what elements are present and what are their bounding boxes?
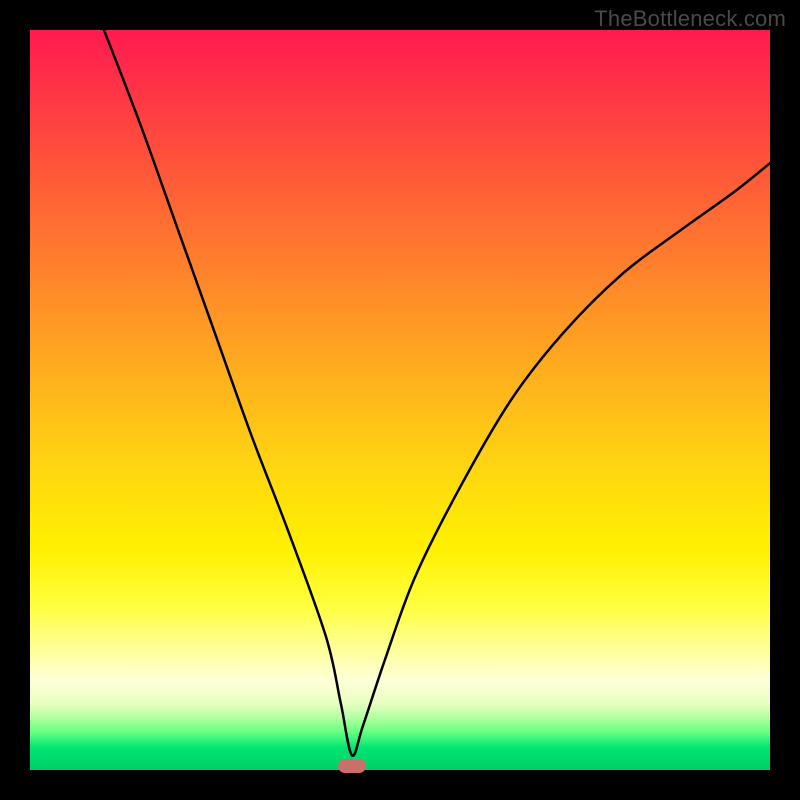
minimum-marker (338, 759, 366, 773)
curve-svg (30, 30, 770, 770)
bottleneck-curve-path (104, 30, 770, 756)
watermark-text: TheBottleneck.com (594, 6, 786, 32)
chart-frame: TheBottleneck.com (0, 0, 800, 800)
plot-area (30, 30, 770, 770)
